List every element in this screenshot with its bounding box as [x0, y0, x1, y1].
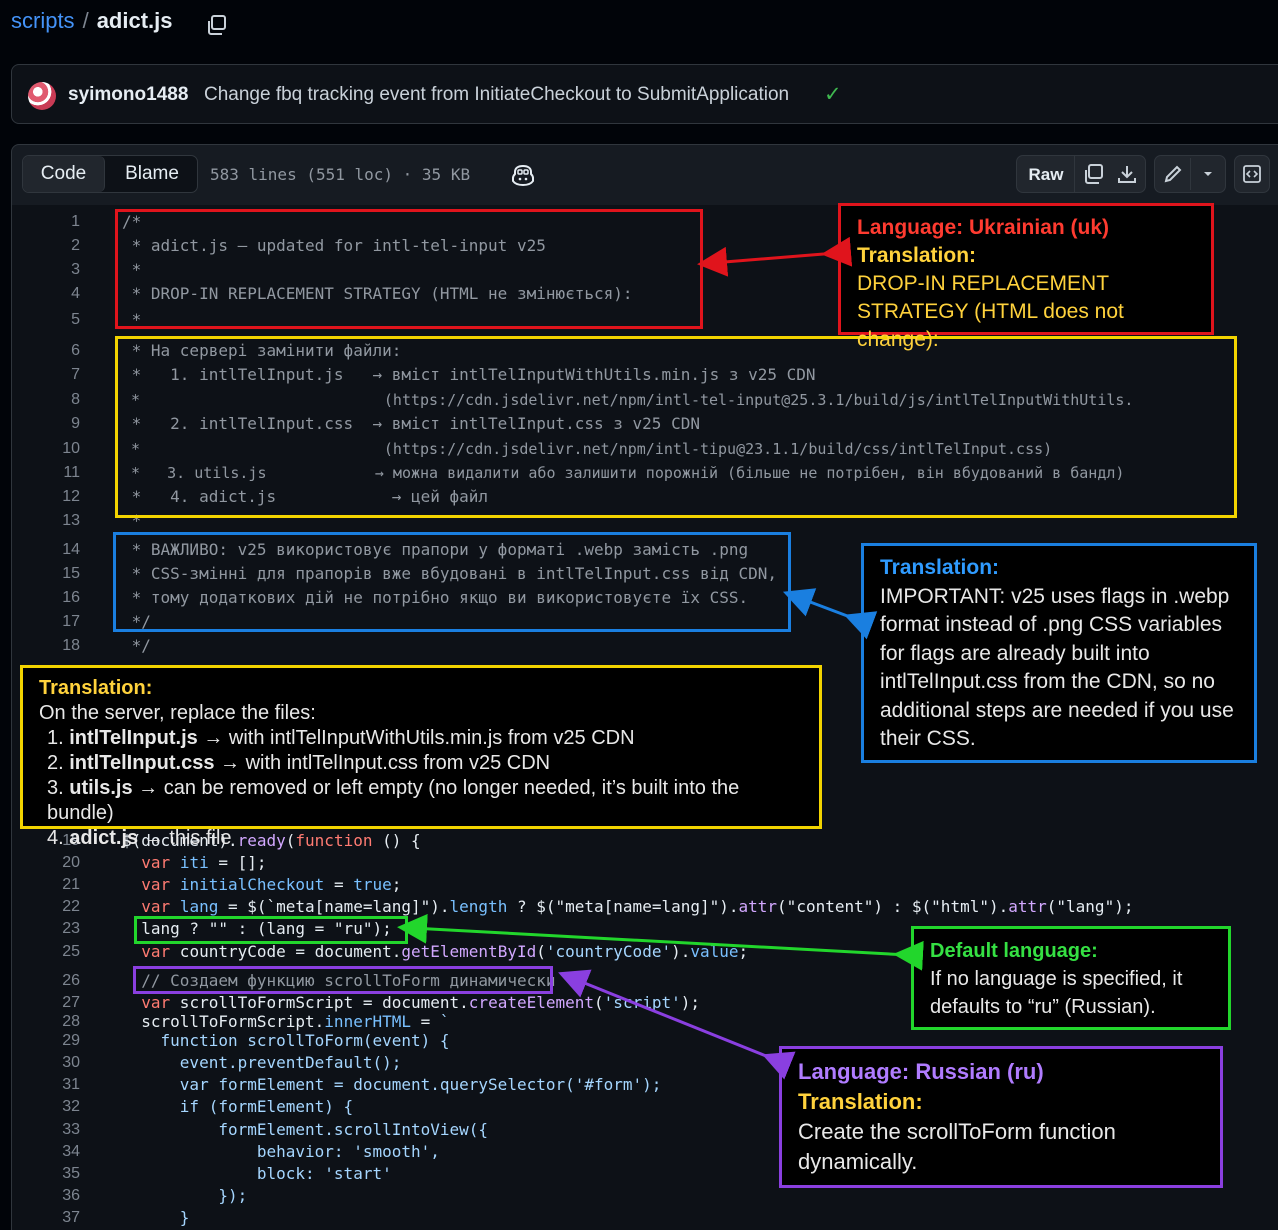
arrow-red: [697, 236, 853, 277]
arrow-blue: [782, 588, 878, 640]
arrow-purple: [558, 969, 796, 1080]
annotation-arrows: [397, 236, 924, 1080]
arrow-green: [397, 913, 924, 971]
